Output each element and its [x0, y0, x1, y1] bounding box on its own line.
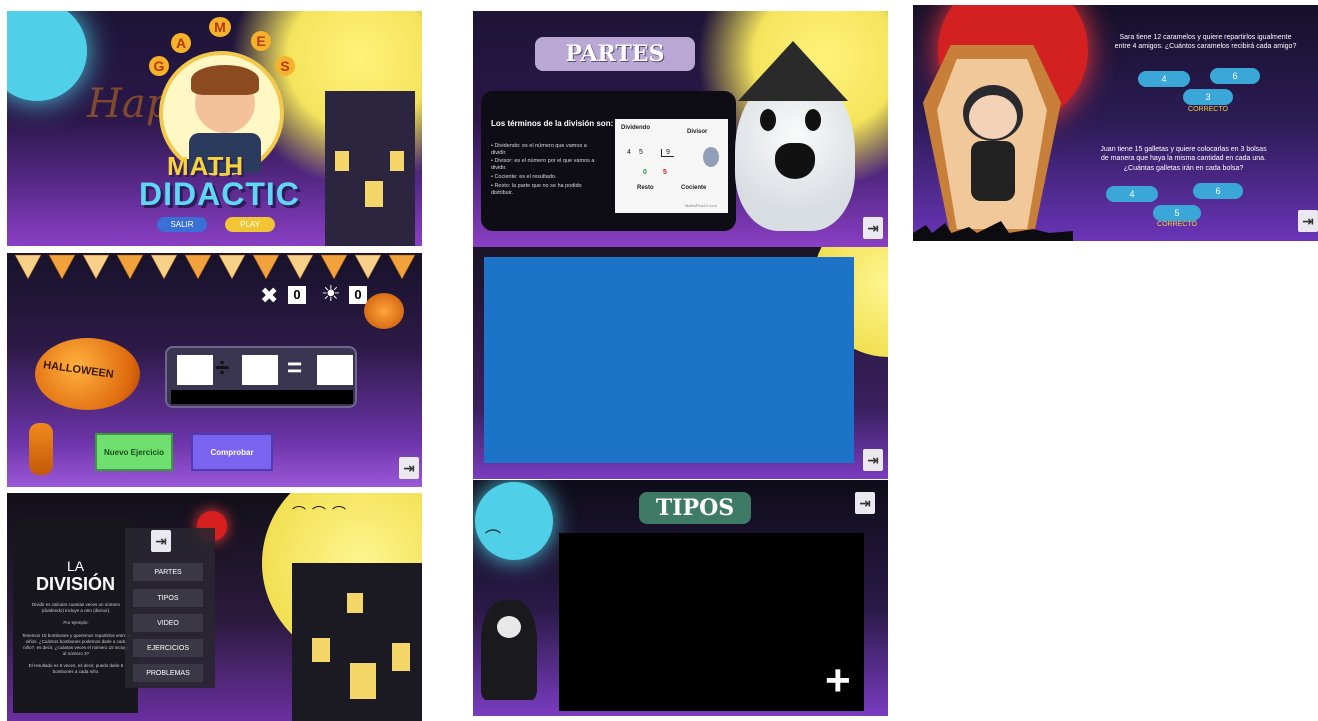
divisor-input[interactable]	[242, 355, 278, 385]
moon-cyan	[7, 11, 87, 101]
sun-icon: ☀	[321, 281, 341, 306]
letter-e: E	[251, 31, 271, 51]
exit-icon-menu[interactable]: ⇥	[151, 530, 171, 552]
right-count: 0	[349, 286, 367, 304]
bunting-flag	[14, 254, 42, 280]
info-card: LA DIVISIÓN Dividir es calcular cuantas …	[13, 518, 138, 713]
video-player[interactable]	[484, 257, 854, 463]
bunting-flag	[388, 254, 416, 280]
bunting-flag	[150, 254, 178, 280]
tipos-screen: TIPOS ⇥ + + ⌒	[473, 480, 888, 716]
check-button[interactable]: Comprobar	[191, 433, 273, 471]
menu-item-ejercicios[interactable]: EJERCICIOS	[133, 639, 203, 657]
menu-item-problemas[interactable]: PROBLEMAS	[133, 664, 203, 682]
letter-g: G	[149, 56, 169, 76]
witch-hat-icon	[738, 41, 848, 101]
q2-option-4[interactable]: 4	[1106, 186, 1158, 202]
q1-option-6[interactable]: 6	[1210, 68, 1260, 84]
q1-status: CORRECTO	[1188, 106, 1228, 113]
haunted-house	[325, 91, 415, 246]
division-diagram: Dividendo Divisor 4 5 9 0 5 Resto Cocien…	[615, 119, 728, 213]
exit-icon-problems[interactable]: ⇥	[1298, 210, 1318, 232]
bat-icon: ⌒	[485, 530, 502, 547]
exit-icon-tipos[interactable]: ⇥	[855, 492, 875, 514]
bunting-flag	[116, 254, 144, 280]
title-division: DIVISIÓN	[35, 574, 115, 594]
plus-large-icon: +	[825, 656, 851, 705]
new-exercise-button[interactable]: Nuevo Ejercicio	[95, 433, 173, 471]
question-1: Sara tiene 12 caramelos y quiere reparti…	[1114, 34, 1297, 51]
definition-text: Dividir es calcular cuantas veces un núm…	[31, 602, 121, 613]
partes-title: PARTES	[535, 37, 695, 71]
exit-icon-partes[interactable]: ⇥	[863, 217, 883, 239]
title-la: LA	[66, 558, 85, 574]
example-text: Tenemos 15 bombones y queremos repartirl…	[21, 633, 131, 656]
lightbulb-icon	[703, 147, 719, 167]
q2-option-5[interactable]: 5	[1153, 205, 1201, 221]
q1-option-4[interactable]: 4	[1138, 71, 1190, 87]
menu-item-tipos[interactable]: TIPOS	[133, 589, 203, 607]
bunting-flag	[48, 254, 76, 280]
haunted-castle	[292, 563, 422, 721]
letter-a: A	[171, 33, 191, 53]
grim-reaper	[481, 600, 537, 700]
exit-icon-video[interactable]: ⇥	[863, 449, 883, 471]
menu-screen: LA DIVISIÓN Dividir es calcular cuantas …	[7, 493, 422, 721]
result-text: El resultado es 5 veces, es decir, puedo…	[28, 663, 124, 674]
bullet-1: • Dividendo: es el número que vamos a di…	[491, 143, 587, 157]
pumpkin-right-icon	[364, 293, 404, 329]
bunting-flag	[252, 254, 280, 280]
bunting-flag	[184, 254, 212, 280]
q1-option-3[interactable]: 3	[1183, 89, 1233, 105]
calculator-screen: ✖ 0 ☀ 0 HALLOWEEN ÷ = Nuevo Ejercicio Co…	[7, 253, 422, 487]
q2-status: CORRECTO	[1157, 221, 1197, 228]
moon-cyan-tipos	[475, 482, 553, 560]
partes-screen: PARTES Los términos de la división son: …	[473, 11, 888, 247]
bunting-flag	[286, 254, 314, 280]
video-screen: ⇥	[473, 247, 888, 479]
divide-operator: ÷	[215, 352, 230, 382]
title-screen: Happy G A M E S MATH DIDACTIC SALIR PLAY	[7, 11, 422, 246]
quotient-input[interactable]	[317, 355, 353, 385]
bunting-flag	[218, 254, 246, 280]
pumpkin-small-icon	[29, 423, 53, 475]
problems-screen: Sara tiene 12 caramelos y quiere reparti…	[913, 5, 1318, 241]
equation-board: ÷ =	[165, 346, 357, 408]
bunting-flag	[354, 254, 382, 280]
exit-icon[interactable]: ⇥	[399, 457, 419, 479]
halloween-pumpkin: HALLOWEEN	[35, 338, 140, 410]
bullet-2: • Divisor: es el número por el que vamos…	[491, 158, 595, 172]
menu-item-partes[interactable]: PARTES	[133, 563, 203, 581]
equals-operator: =	[287, 352, 303, 382]
vampire-character	[955, 85, 1031, 225]
bunting-flag	[320, 254, 348, 280]
play-button[interactable]: PLAY	[225, 217, 275, 232]
wrong-icon: ✖	[260, 283, 279, 308]
tipos-title: TIPOS	[639, 492, 751, 524]
partes-heading: Los términos de la división son:	[491, 119, 614, 128]
menu-item-video[interactable]: VIDEO	[133, 614, 203, 632]
letter-s: S	[275, 56, 295, 76]
exit-button[interactable]: SALIR	[157, 217, 207, 232]
content-area	[559, 533, 864, 711]
dividend-input[interactable]	[177, 355, 213, 385]
bullet-4: • Resto: la parte que no se ha podido di…	[491, 183, 582, 197]
bats-icon: ⌒⌒⌒	[292, 505, 352, 521]
example-label: Por ejemplo:	[63, 620, 89, 625]
wrong-count: 0	[288, 286, 306, 304]
feedback-bar	[171, 390, 353, 404]
letter-m: M	[209, 17, 231, 37]
bullet-3: • Cociente: es el resultado.	[491, 174, 557, 180]
bunting-flag	[82, 254, 110, 280]
logo-didactic: DIDACTIC	[139, 176, 300, 212]
bunting-flags	[14, 254, 416, 280]
question-2: Juan tiene 15 galletas y quiere colocarl…	[1100, 146, 1267, 172]
q2-option-6[interactable]: 6	[1193, 183, 1243, 199]
